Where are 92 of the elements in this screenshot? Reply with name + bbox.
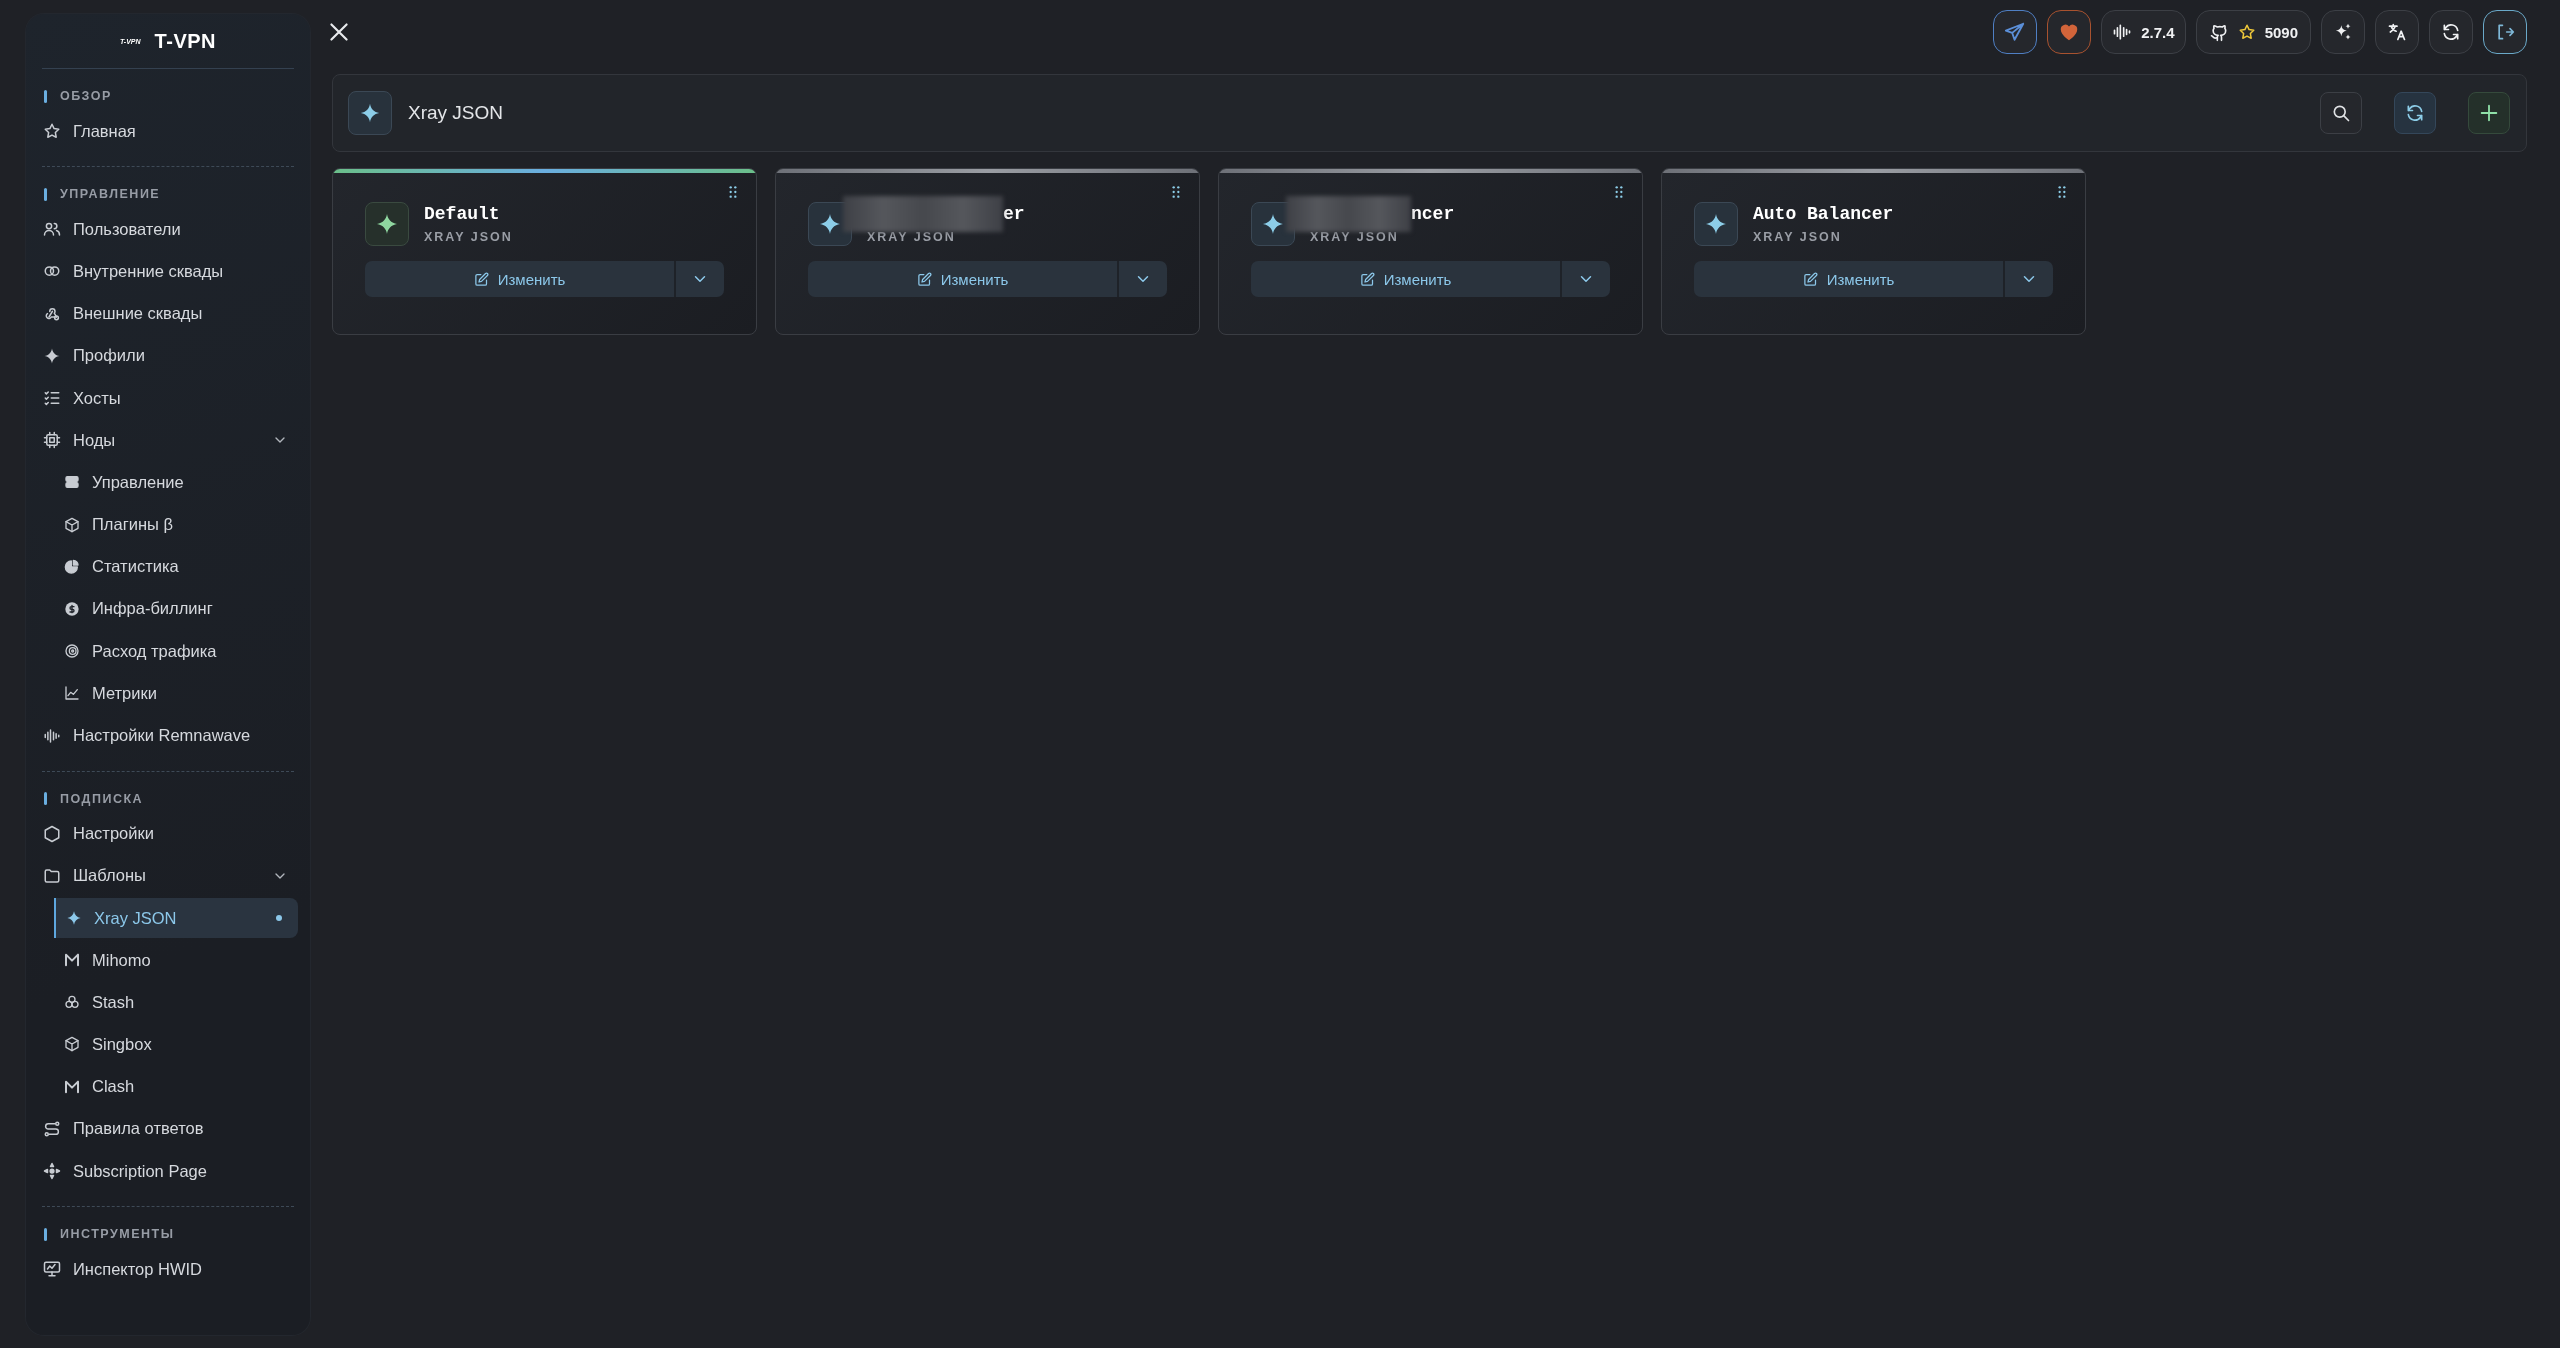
menu-item[interactable]: Хосты — [26, 376, 310, 420]
menu-item[interactable]: Внешние сквады — [26, 292, 310, 335]
template-name: Default — [424, 204, 500, 224]
menu-item[interactable]: Инспектор HWID — [26, 1248, 310, 1291]
section-title: УПРАВЛЕНИЕ — [60, 187, 161, 202]
template-name: Auto Balancer — [1753, 204, 1894, 224]
star-icon — [2237, 23, 2256, 41]
edit-button[interactable]: Изменить — [365, 261, 674, 297]
menu-item[interactable]: Пользователи — [26, 208, 310, 251]
edit-icon — [1359, 271, 1375, 287]
github-icon — [2208, 22, 2229, 42]
logout-button[interactable] — [2483, 10, 2527, 54]
submenu-item[interactable]: Управление — [26, 461, 298, 504]
sound-wave-icon — [43, 726, 61, 745]
refresh-icon — [2441, 22, 2461, 42]
submenu-item[interactable]: Xray JSON — [54, 898, 298, 938]
submenu-item[interactable]: Инфра-биллинг — [26, 587, 298, 631]
submenu-item[interactable]: Stash — [26, 981, 298, 1024]
edit-button[interactable]: Изменить — [1694, 261, 2003, 297]
letter-m-icon — [64, 952, 80, 969]
translate-icon — [2387, 22, 2407, 42]
template-type: XRAY JSON — [1753, 230, 1843, 244]
route-icon — [43, 1119, 61, 1138]
template-icon — [1694, 202, 1738, 246]
server-icon — [64, 474, 80, 491]
refresh-icon — [2405, 103, 2425, 123]
menu-item[interactable]: Ноды — [26, 419, 310, 462]
submenu-item[interactable]: Mihomo — [26, 939, 298, 982]
edit-icon — [473, 271, 489, 287]
page-title: Xray JSON — [408, 102, 504, 124]
cube-icon — [64, 516, 80, 533]
section-title: ПОДПИСКА — [60, 791, 144, 806]
menu-item[interactable]: Настройки Remnawave — [26, 714, 310, 757]
edit-button[interactable]: Изменить — [1251, 261, 1560, 297]
menu-item[interactable]: Правила ответов — [26, 1107, 310, 1150]
version-button[interactable]: 2.7.4 — [2101, 10, 2186, 54]
folder-icon — [43, 866, 61, 885]
translate-button[interactable] — [2375, 10, 2419, 54]
search-icon — [2331, 103, 2351, 123]
template-name: er — [1003, 204, 1025, 224]
menu-item[interactable]: Главная — [26, 110, 310, 153]
menu-item[interactable]: Subscription Page — [26, 1149, 310, 1193]
submenu-item[interactable]: Плагины β — [26, 503, 298, 546]
template-type: XRAY JSON — [1310, 230, 1400, 244]
star-icon — [43, 122, 61, 141]
sound-wave-icon — [2112, 22, 2133, 42]
edit-icon — [916, 271, 932, 287]
refresh-button[interactable] — [2394, 92, 2436, 134]
template-name: ncer — [1411, 204, 1455, 224]
menu-item[interactable]: Внутренние сквады — [26, 250, 310, 293]
hexagon-icon — [43, 824, 61, 843]
section-title: ОБЗОР — [60, 89, 112, 103]
letter-m-icon — [64, 1078, 80, 1095]
heart-button[interactable] — [2047, 10, 2092, 54]
edit-button[interactable]: Изменить — [808, 261, 1117, 297]
submenu-item[interactable]: Singbox — [26, 1023, 298, 1066]
spiral-icon — [64, 643, 80, 660]
cube-icon — [64, 1036, 80, 1053]
three-circles-icon — [64, 994, 80, 1011]
menu-item[interactable]: Настройки — [26, 812, 310, 855]
menu-item[interactable]: Профили — [26, 334, 310, 377]
submenu-item[interactable]: Clash — [26, 1065, 298, 1108]
logo-title: T-VPN — [154, 29, 216, 53]
four-point-star-icon — [66, 910, 82, 926]
section-title: ИНСТРУМЕНТЫ — [60, 1227, 175, 1242]
logout-icon — [2495, 22, 2515, 42]
chip-icon — [43, 431, 61, 450]
submenu-item[interactable]: Расход трафика — [26, 630, 298, 673]
github-button[interactable]: 5090 — [2195, 10, 2311, 54]
compass-arrows-icon — [43, 1162, 61, 1181]
submenu-item[interactable]: Метрики — [26, 672, 298, 715]
users-icon — [43, 220, 61, 239]
template-type: XRAY JSON — [424, 230, 513, 244]
line-chart-icon — [64, 685, 80, 702]
dollar-coin-icon — [64, 600, 80, 617]
submenu-item[interactable]: Статистика — [26, 545, 298, 588]
menu-item[interactable]: Шаблоны — [26, 854, 310, 897]
pie-chart-icon — [64, 558, 80, 575]
checklist-icon — [43, 389, 61, 408]
search-button[interactable] — [2320, 92, 2362, 134]
edit-icon — [1802, 271, 1818, 287]
paper-plane-icon — [2004, 21, 2027, 43]
sparkles-button[interactable] — [2321, 10, 2365, 54]
template-icon — [348, 91, 392, 135]
monitor-icon — [43, 1260, 61, 1279]
add-button[interactable] — [2468, 92, 2510, 134]
active-dot — [276, 915, 282, 921]
refresh-button[interactable] — [2429, 10, 2473, 54]
plus-icon — [2478, 102, 2500, 124]
template-icon — [365, 202, 409, 246]
telegram-button[interactable] — [1993, 10, 2038, 54]
template-type: XRAY JSON — [867, 230, 957, 244]
